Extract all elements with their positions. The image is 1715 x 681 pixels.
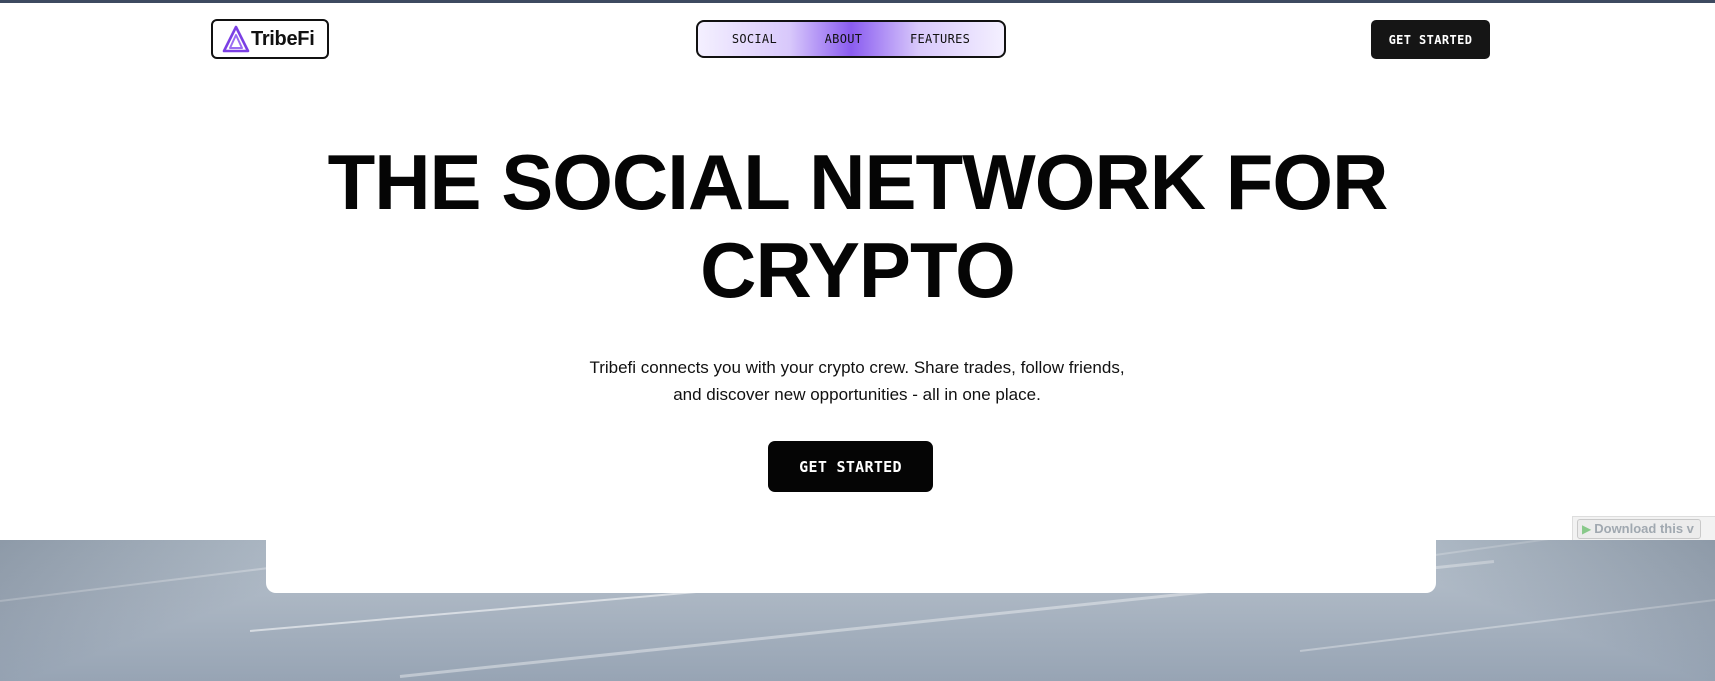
hero-subtitle-line-1: Tribefi connects you with your crypto cr… [589, 358, 1125, 377]
page: TribeFi SOCIAL ABOUT FEATURES GET STARTE… [0, 0, 1715, 681]
hero-title-line-1: THE SOCIAL NETWORK FOR [327, 138, 1389, 226]
download-label: Download this v [1594, 521, 1694, 536]
top-border [0, 0, 1715, 3]
nav-item-about[interactable]: ABOUT [825, 32, 863, 46]
main-nav: SOCIAL ABOUT FEATURES [696, 20, 1006, 58]
hero-title: THE SOCIAL NETWORK FOR CRYPTO [0, 138, 1715, 314]
nav-item-features[interactable]: FEATURES [910, 32, 970, 46]
hero-get-started-button[interactable]: GET STARTED [768, 441, 933, 492]
logo-link[interactable]: TribeFi [211, 19, 329, 59]
hero-subtitle: Tribefi connects you with your crypto cr… [557, 354, 1157, 408]
tribefi-logo-icon [222, 25, 250, 53]
header-get-started-button[interactable]: GET STARTED [1371, 20, 1490, 59]
content-panel [266, 540, 1436, 593]
hero-subtitle-line-2: and discover new opportunities - all in … [673, 385, 1041, 404]
play-triangle-icon: ▶ [1582, 521, 1592, 536]
hero-title-line-2: CRYPTO [700, 226, 1016, 314]
nav-item-social[interactable]: SOCIAL [732, 32, 777, 46]
download-video-badge[interactable]: ▶ Download this v [1572, 516, 1715, 540]
logo-text: TribeFi [251, 27, 315, 50]
